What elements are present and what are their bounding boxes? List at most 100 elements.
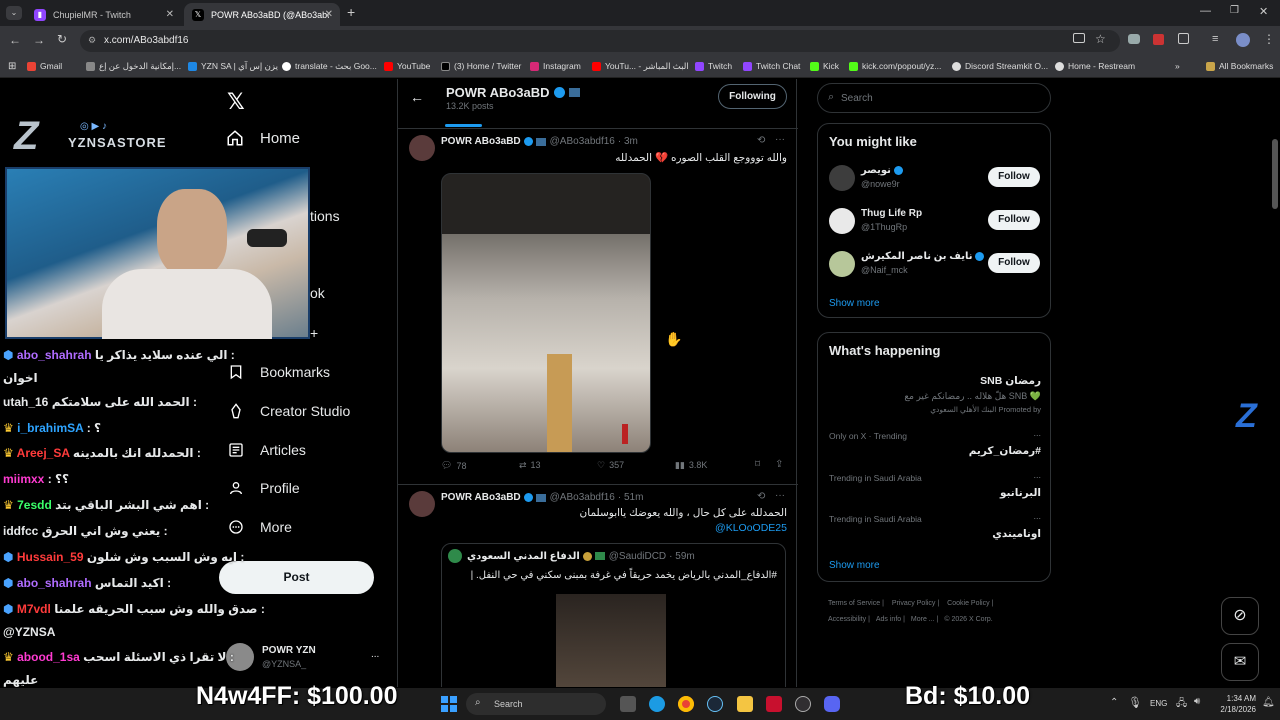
- bookmark-icon[interactable]: ⌑: [755, 459, 760, 470]
- all-bookmarks[interactable]: All Bookmarks: [1206, 61, 1273, 71]
- follow-button[interactable]: Follow: [988, 167, 1040, 187]
- bookmark-restream[interactable]: Home - Restream: [1055, 61, 1135, 71]
- tweet-more-icon[interactable]: ···: [775, 490, 785, 501]
- site-info-icon[interactable]: ⚙: [88, 35, 96, 46]
- footer-link[interactable]: Accessibility: [828, 616, 866, 623]
- retweet-action[interactable]: ⇄ 13: [519, 460, 541, 471]
- edge-icon[interactable]: [649, 696, 665, 712]
- bookmark-access[interactable]: إمكانية الدخول عن إع...: [86, 61, 181, 72]
- bookmark-twitter-home[interactable]: (3) Home / Twitter: [441, 61, 521, 71]
- search-box[interactable]: ⌕ Search: [817, 83, 1051, 113]
- messages-floating-button[interactable]: ✉: [1221, 643, 1259, 681]
- obs-icon[interactable]: [795, 696, 811, 712]
- bookmark-translate[interactable]: translate - بحث Goo...: [282, 61, 377, 72]
- nav-articles[interactable]: Articles: [228, 441, 306, 459]
- suggested-user[interactable]: Thug Life Rp @1ThugRp Follow: [818, 205, 1052, 245]
- bookmark-twitch[interactable]: Twitch: [695, 61, 732, 71]
- show-more-link[interactable]: Show more: [829, 560, 880, 571]
- close-icon[interactable]: ✕: [166, 9, 174, 20]
- chrome-icon[interactable]: [678, 696, 694, 712]
- nav-home[interactable]: Home: [226, 129, 300, 147]
- back-icon[interactable]: ←: [9, 33, 21, 47]
- share-icon[interactable]: ⇪: [775, 459, 783, 470]
- footer-link[interactable]: Ads info: [876, 616, 901, 623]
- clock[interactable]: 1:34 AM 2/18/2026: [1212, 693, 1256, 715]
- views-action[interactable]: ▮▮ 3.8K: [675, 460, 707, 471]
- promoted-trend[interactable]: رمضان SNB 💚 SNB هلّ هلاله .. رمضانكم غير…: [818, 373, 1052, 418]
- nav-creator-studio[interactable]: Creator Studio: [228, 402, 350, 420]
- footer-link[interactable]: More ...: [911, 616, 935, 623]
- tab-x-profile[interactable]: 𝕏 POWR ABo3aBD (@ABo3abdf16 ✕: [184, 3, 340, 26]
- menu-icon[interactable]: ⋮: [1263, 32, 1275, 46]
- suggested-user[interactable]: نايف بن ناصر المكيرش @Naif_mck Follow: [818, 248, 1052, 288]
- quote-video[interactable]: [556, 594, 666, 687]
- bookmark-kick-popout[interactable]: kick.com/popout/yz...: [849, 61, 941, 71]
- nav-grok[interactable]: ok: [310, 285, 325, 301]
- reload-icon[interactable]: ↻: [57, 32, 67, 46]
- show-more-link[interactable]: Show more: [829, 298, 880, 309]
- nav-premium-partial[interactable]: +: [310, 325, 318, 341]
- follow-button[interactable]: Follow: [988, 253, 1040, 273]
- trend-item[interactable]: Only on X · Trending ... #رمضان_كريم: [818, 428, 1052, 463]
- tweet[interactable]: POWR ABo3aBD @ABo3abdf16 · 3m ⟲ ··· والل…: [398, 129, 798, 484]
- bookmarks-overflow-icon[interactable]: »: [1175, 61, 1180, 71]
- reply-action[interactable]: 💬︎ 78: [441, 460, 466, 471]
- url-field[interactable]: ⚙ x.com/ABo3abdf16: [80, 30, 1120, 52]
- nav-notifications[interactable]: tions: [310, 208, 340, 224]
- bookmark-gmail[interactable]: Gmail: [27, 61, 62, 71]
- install-icon[interactable]: [1073, 33, 1085, 43]
- tweet-mention[interactable]: @KLOoODE25: [715, 522, 787, 534]
- minimize-icon[interactable]: —: [1200, 5, 1211, 17]
- extensions-puzzle-icon[interactable]: [1178, 33, 1189, 44]
- bookmark-youtube-live[interactable]: YouTu... - البث المباشر: [592, 61, 689, 72]
- tweet[interactable]: POWR ABo3aBD @ABo3abdf16 · 51m ⟲ ··· الح…: [398, 485, 798, 687]
- tab-search-button[interactable]: ⌄: [6, 6, 22, 20]
- taskbar-search[interactable]: ⌕ Search: [466, 693, 606, 715]
- maximize-icon[interactable]: ❐: [1230, 5, 1239, 16]
- language-indicator[interactable]: ENG: [1150, 699, 1167, 708]
- footer-link[interactable]: Terms of Service: [828, 600, 880, 607]
- account-switcher[interactable]: POWR YZN @YZNSA_ ...: [226, 641, 386, 675]
- back-arrow-icon[interactable]: ←: [410, 89, 424, 105]
- task-view-icon[interactable]: [620, 696, 636, 712]
- follow-button[interactable]: Follow: [988, 210, 1040, 230]
- trend-item[interactable]: Trending in Saudi Arabia ... البرنانبو: [818, 470, 1052, 505]
- media-icon[interactable]: ≡: [1212, 33, 1218, 45]
- grok-floating-button[interactable]: ⊘: [1221, 597, 1259, 635]
- following-button[interactable]: Following: [718, 84, 787, 109]
- scrollbar[interactable]: [1272, 139, 1278, 209]
- trend-more-icon[interactable]: ...: [1033, 470, 1041, 480]
- star-icon[interactable]: ☆: [1095, 32, 1106, 46]
- post-button[interactable]: Post: [219, 561, 374, 594]
- bookmark-youtube[interactable]: YouTube: [384, 61, 430, 71]
- extension-icon[interactable]: [1153, 34, 1164, 45]
- apps-icon[interactable]: ⊞: [8, 61, 16, 72]
- new-tab-button[interactable]: +: [347, 4, 355, 20]
- bookmark-discord-streamkit[interactable]: Discord Streamkit O...: [952, 61, 1048, 71]
- tweet-photo[interactable]: [441, 173, 651, 453]
- file-explorer-icon[interactable]: [737, 696, 753, 712]
- footer-link[interactable]: Cookie Policy: [947, 600, 989, 607]
- x-logo-icon[interactable]: 𝕏: [227, 89, 245, 115]
- bookmark-kick[interactable]: Kick: [810, 61, 839, 71]
- tweet-more-icon[interactable]: ···: [775, 134, 785, 145]
- discord-icon[interactable]: [824, 696, 840, 712]
- suggested-user[interactable]: نويصر @nowe9r Follow: [818, 162, 1052, 202]
- close-icon[interactable]: ✕: [325, 9, 333, 20]
- tray-chevron-icon[interactable]: ⌃: [1110, 697, 1118, 708]
- bookmark-instagram[interactable]: Instagram: [530, 61, 581, 71]
- volume-icon[interactable]: 🔊︎: [1194, 696, 1200, 707]
- nav-profile[interactable]: Profile: [228, 479, 300, 497]
- grok-icon[interactable]: ⟲: [757, 135, 765, 146]
- footer-link[interactable]: Privacy Policy: [892, 600, 936, 607]
- nav-bookmarks[interactable]: Bookmarks: [228, 363, 330, 381]
- trend-more-icon[interactable]: ...: [1033, 511, 1041, 521]
- profile-avatar-icon[interactable]: [1236, 33, 1250, 47]
- notifications-icon[interactable]: 🔔︎: [1262, 697, 1275, 708]
- tab-twitch[interactable]: ▮ ChupielMR - Twitch ✕: [26, 3, 181, 26]
- bookmark-yznsa[interactable]: YZN SA | يزن إس آي: [188, 61, 278, 72]
- trend-item[interactable]: Trending in Saudi Arabia ... اوناميندي: [818, 511, 1052, 546]
- grok-icon[interactable]: ⟲: [757, 491, 765, 502]
- quoted-tweet[interactable]: الدفاع المدني السعودي @SaudiDCD · 59m #ا…: [441, 543, 786, 687]
- extension-icon[interactable]: [1128, 34, 1140, 44]
